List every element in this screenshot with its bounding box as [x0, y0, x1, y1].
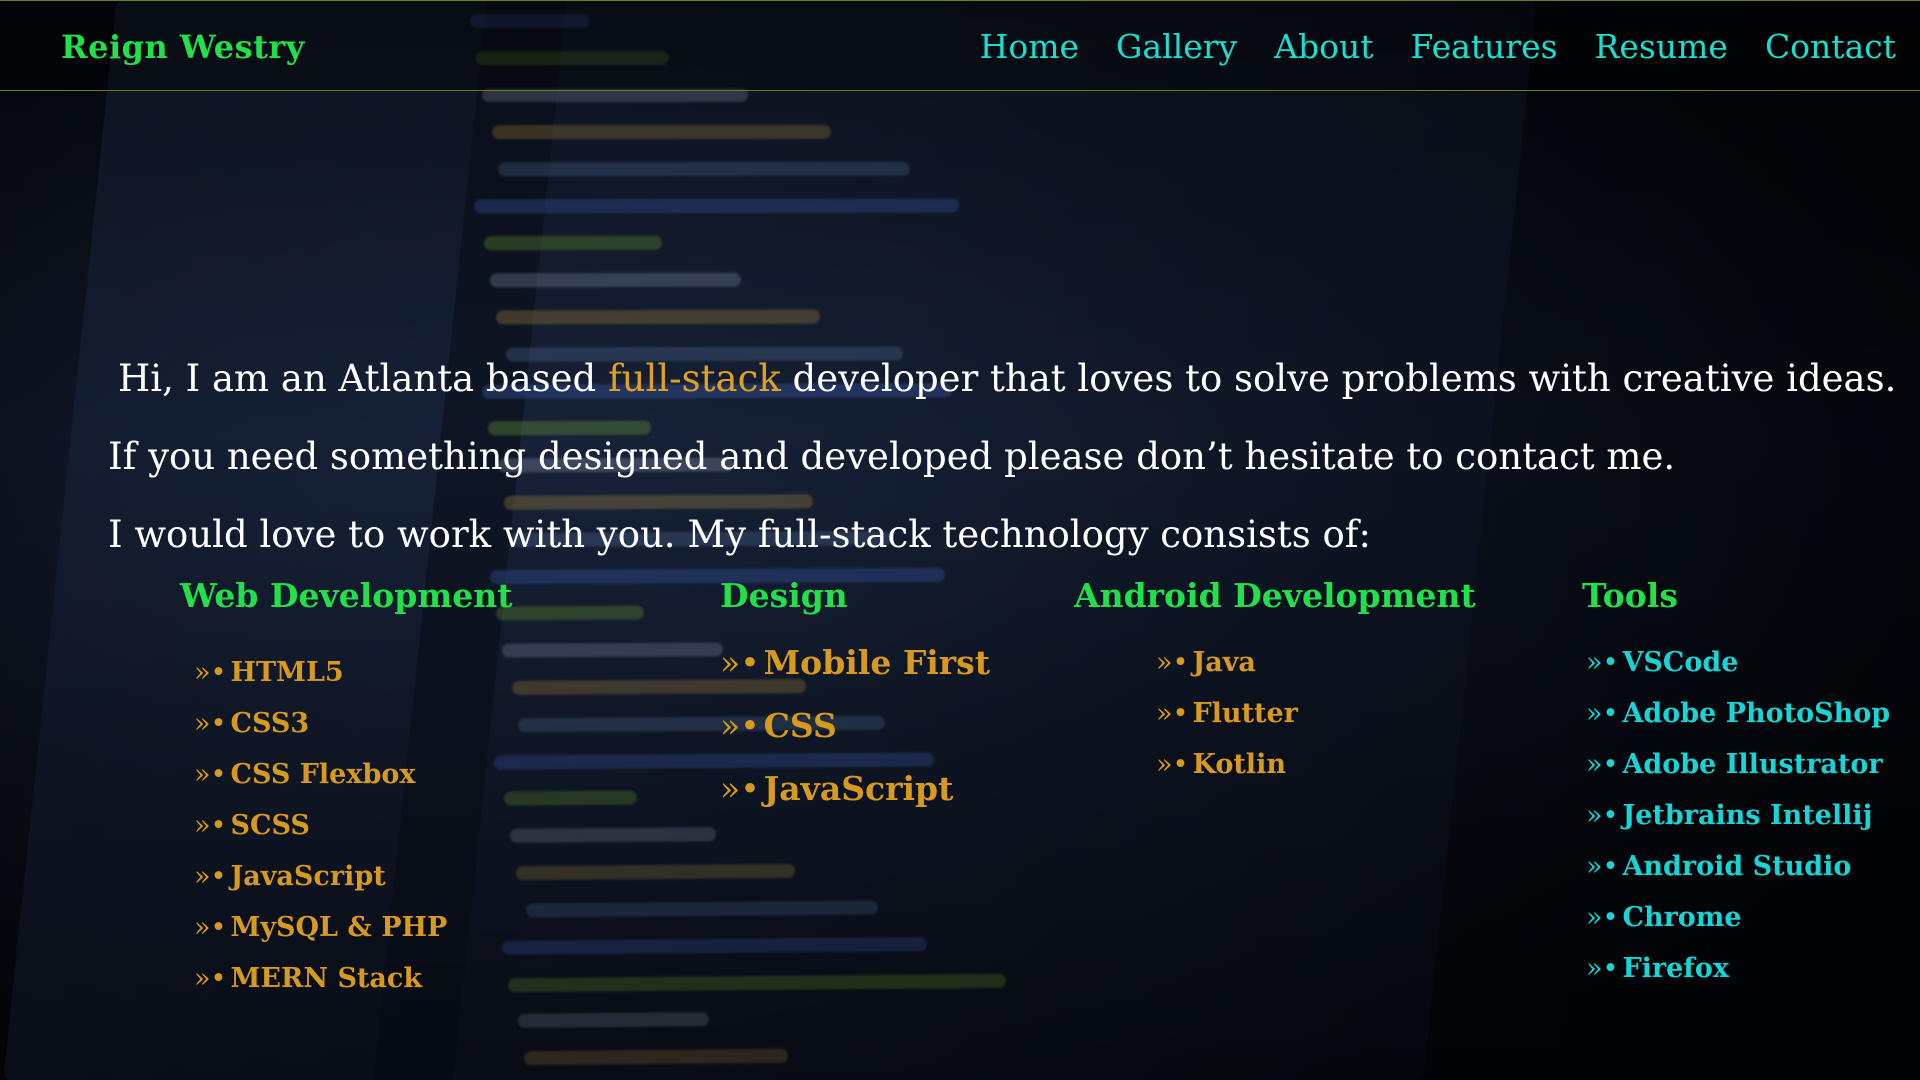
skill-list-web-development: »• HTML5 »• CSS3 »• CSS Flexbox »• SCSS »• JavaSc… — [180, 647, 512, 1004]
skill-label: MySQL & PHP — [230, 912, 448, 943]
skill-item: »• JavaScript — [720, 757, 990, 820]
skill-item: »• Mobile First — [720, 631, 990, 694]
skill-label: JavaScript — [763, 769, 954, 808]
bullet-marker: »• — [194, 912, 227, 943]
skill-label: Chrome — [1622, 902, 1742, 933]
skill-item: »• Adobe Illustrator — [1586, 739, 1890, 790]
column-title-web-development: Web Development — [180, 576, 513, 615]
skill-item: »• CSS Flexbox — [194, 749, 512, 800]
skill-label: VSCode — [1622, 647, 1739, 678]
bullet-marker: »• — [720, 769, 760, 808]
intro-line-2: If you need something designed and devel… — [108, 435, 1676, 478]
nav-link-resume[interactable]: Resume — [1595, 27, 1728, 66]
intro-line-1-start: Hi, I am an Atlanta based — [118, 357, 608, 400]
bullet-marker: »• — [194, 759, 227, 790]
bullet-marker: »• — [1156, 647, 1189, 678]
skill-list-design: »• Mobile First »• CSS »• JavaScript — [720, 631, 990, 820]
skill-item: »• CSS3 — [194, 698, 512, 749]
bullet-marker: »• — [194, 708, 227, 739]
skill-label: Mobile First — [763, 643, 990, 682]
nav-link-gallery[interactable]: Gallery — [1116, 27, 1237, 66]
skill-label: Adobe Illustrator — [1622, 749, 1883, 780]
skills-column-tools: Tools »• VSCode »• Adobe PhotoShop »• Adobe I… — [1582, 576, 1890, 994]
skill-label: Firefox — [1622, 953, 1730, 984]
skill-item: »• MySQL & PHP — [194, 902, 512, 953]
skill-item: »• Chrome — [1586, 892, 1890, 943]
column-title-android-development: Android Development — [1074, 576, 1476, 615]
skill-item: »• CSS — [720, 694, 990, 757]
brand-logo[interactable]: Reign Westry — [61, 28, 305, 66]
skill-label: CSS Flexbox — [230, 759, 416, 790]
skill-label: Kotlin — [1192, 749, 1286, 780]
bullet-marker: »• — [1586, 698, 1619, 729]
column-title-design: Design — [720, 576, 848, 615]
skill-label: Android Studio — [1622, 851, 1852, 882]
intro-line-1-end: developer that loves to solve problems w… — [780, 357, 1897, 400]
skill-label: Flutter — [1192, 698, 1298, 729]
skills-column-android-development: Android Development »• Java »• Flutter »• Kot… — [1074, 576, 1476, 790]
skill-label: Adobe PhotoShop — [1622, 698, 1891, 729]
nav-link-home[interactable]: Home — [980, 27, 1079, 66]
bullet-marker: »• — [720, 706, 760, 745]
bullet-marker: »• — [194, 657, 227, 688]
skill-label: CSS3 — [230, 708, 310, 739]
skills-column-web-development: Web Development »• HTML5 »• CSS3 »• CSS Flexb… — [180, 576, 512, 1004]
bullet-marker: »• — [1586, 749, 1619, 780]
bullet-marker: »• — [720, 643, 760, 682]
skill-item: »• Adobe PhotoShop — [1586, 688, 1890, 739]
skill-label: SCSS — [230, 810, 310, 841]
skill-item: »• MERN Stack — [194, 953, 512, 1004]
bullet-marker: »• — [1586, 647, 1619, 678]
skill-item: »• Kotlin — [1156, 739, 1476, 790]
skill-item: »• HTML5 — [194, 647, 512, 698]
skill-label: Java — [1192, 647, 1256, 678]
skill-item: »• Android Studio — [1586, 841, 1890, 892]
bullet-marker: »• — [194, 963, 227, 994]
bullet-marker: »• — [1586, 851, 1619, 882]
skill-list-tools: »• VSCode »• Adobe PhotoShop »• Adobe Illustr… — [1582, 637, 1890, 994]
skill-item: »• SCSS — [194, 800, 512, 851]
skill-label: Jetbrains Intellij — [1622, 800, 1873, 831]
skill-list-android-development: »• Java »• Flutter »• Kotlin — [1074, 637, 1476, 790]
skill-label: JavaScript — [230, 861, 386, 892]
nav-menu: Home Gallery About Features Resume Conta… — [980, 27, 1896, 66]
column-title-tools: Tools — [1582, 576, 1678, 615]
intro-line-1: Hi, I am an Atlanta based full-stack dev… — [108, 340, 1896, 418]
skill-item: »• Firefox — [1586, 943, 1890, 994]
intro-line-3: I would love to work with you. My full-s… — [108, 513, 1371, 556]
bullet-marker: »• — [194, 861, 227, 892]
skill-item: »• Java — [1156, 637, 1476, 688]
bullet-marker: »• — [1586, 953, 1619, 984]
skill-label: MERN Stack — [230, 963, 423, 994]
navbar: Reign Westry Home Gallery About Features… — [0, 0, 1920, 91]
bullet-marker: »• — [1156, 749, 1189, 780]
nav-link-contact[interactable]: Contact — [1765, 27, 1896, 66]
bullet-marker: »• — [1156, 698, 1189, 729]
skill-label: CSS — [763, 706, 837, 745]
bullet-marker: »• — [1586, 902, 1619, 933]
skill-item: »• Jetbrains Intellij — [1586, 790, 1890, 841]
skill-item: »• JavaScript — [194, 851, 512, 902]
skill-item: »• Flutter — [1156, 688, 1476, 739]
bullet-marker: »• — [194, 810, 227, 841]
bullet-marker: »• — [1586, 800, 1619, 831]
intro-full-stack-highlight: full-stack — [607, 357, 781, 400]
intro-text: Hi, I am an Atlanta based full-stack dev… — [108, 340, 1896, 574]
skill-label: HTML5 — [230, 657, 344, 688]
nav-link-features[interactable]: Features — [1410, 27, 1557, 66]
skills-column-design: Design »• Mobile First »• CSS »• JavaScript — [720, 576, 990, 820]
skill-item: »• VSCode — [1586, 637, 1890, 688]
nav-link-about[interactable]: About — [1274, 27, 1373, 66]
